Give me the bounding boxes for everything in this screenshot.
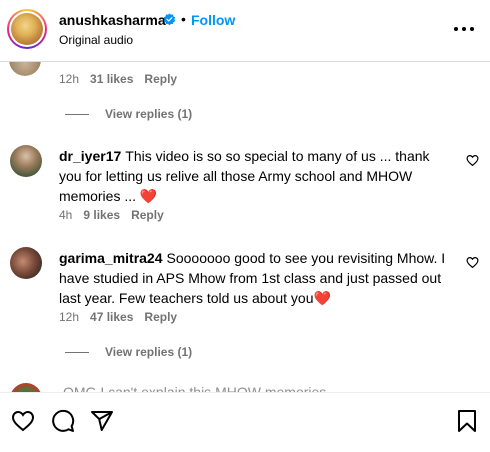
comment-meta: 4h 9 likes Reply (59, 208, 175, 222)
share-icon[interactable] (90, 409, 114, 433)
author-avatar[interactable] (7, 9, 47, 49)
reply-button[interactable]: Reply (144, 72, 177, 86)
view-replies-label: View replies (1) (105, 345, 193, 359)
comment-icon[interactable] (51, 409, 75, 433)
commenter-username[interactable]: dr_iyer17 (59, 148, 121, 164)
like-heart-icon[interactable] (11, 409, 35, 433)
save-bookmark-icon[interactable] (455, 409, 479, 433)
view-replies-button[interactable]: View replies (1) (65, 345, 192, 359)
comment-time: 12h (59, 72, 80, 86)
comment-likes[interactable]: 47 likes (90, 310, 133, 324)
commenter-avatar[interactable] (10, 145, 42, 177)
like-comment-heart-icon[interactable] (466, 256, 479, 269)
reply-button[interactable]: Reply (131, 208, 164, 222)
replies-divider-line (65, 352, 89, 354)
comment-time: 12h (59, 310, 80, 324)
comment-likes[interactable]: 9 likes (83, 208, 120, 222)
replies-divider-line (65, 114, 89, 116)
reply-button[interactable]: Reply (144, 310, 177, 324)
commenter-avatar[interactable] (10, 383, 42, 392)
view-replies-label: View replies (1) (105, 107, 193, 121)
post-action-bar (0, 392, 490, 452)
comment-meta: 12h 47 likes Reply (59, 310, 188, 324)
comment-body: garima_mitra24 Sooooooo good to see you r… (59, 248, 454, 308)
previous-comment-meta: 12h 31 likes Reply (59, 72, 188, 86)
verified-badge-icon (163, 13, 176, 26)
comment-time: 4h (59, 208, 73, 222)
comment-body: dr_iyer17 This video is so so special to … (59, 146, 454, 206)
comment-body: OMG I can't explain this MHOW memories (59, 382, 454, 392)
like-comment-heart-icon[interactable] (466, 154, 479, 167)
next-comment-partial: OMG I can't explain this MHOW memories (0, 378, 490, 392)
commenter-username[interactable]: garima_mitra24 (59, 250, 163, 266)
comment-text: OMG I can't explain this MHOW memories (63, 384, 327, 392)
more-options-icon[interactable] (453, 26, 475, 32)
audio-label[interactable]: Original audio (59, 33, 133, 47)
commenter-avatar[interactable] (10, 247, 42, 279)
comment-likes[interactable]: 31 likes (90, 72, 133, 86)
view-replies-button[interactable]: View replies (1) (65, 107, 192, 121)
follow-button[interactable]: Follow (191, 12, 235, 28)
post-header: anushkasharma • Follow Original audio (0, 0, 490, 62)
author-username[interactable]: anushkasharma (59, 12, 166, 28)
separator-dot: • (181, 11, 186, 27)
